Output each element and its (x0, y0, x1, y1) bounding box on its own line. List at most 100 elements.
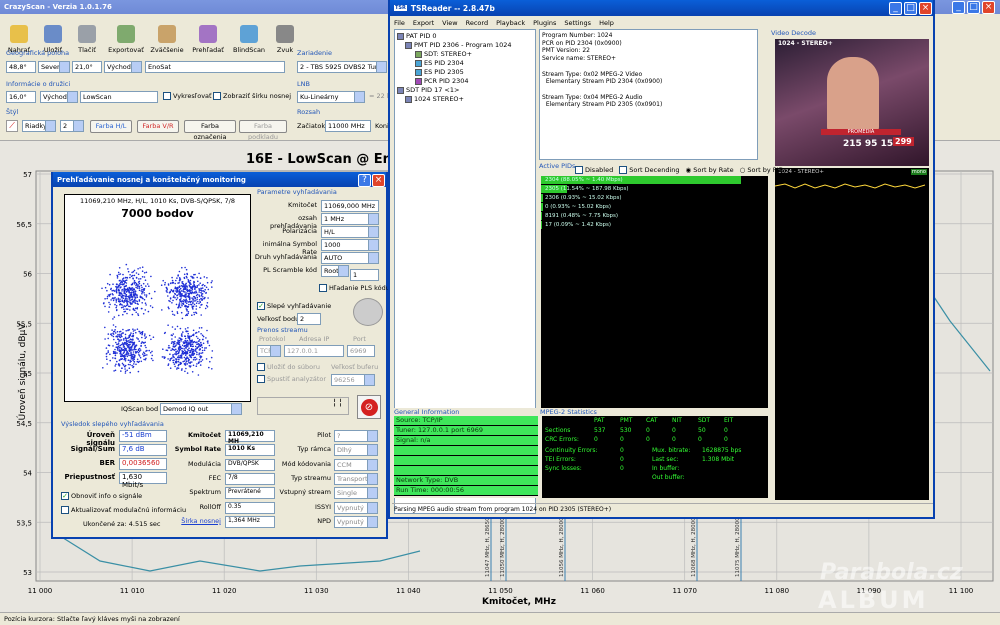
constellation-point (117, 345, 120, 348)
save-file-checkbox[interactable]: Uložiť do súboru (257, 363, 320, 371)
pid-sortdesc-checkbox[interactable]: Sort Decending (619, 166, 680, 174)
stop-button[interactable]: ⊘ (357, 395, 381, 419)
tsreader-close-button[interactable]: × (919, 2, 932, 15)
lnb-select[interactable]: Ku-Lineárny (297, 91, 365, 103)
pid-row[interactable]: 17 (0.09% ~ 1.42 Kbps) (541, 221, 768, 229)
pl-num-input[interactable]: 1 (350, 269, 379, 281)
param-value[interactable]: 1000 (321, 239, 379, 251)
menu-item-record[interactable]: Record (466, 19, 488, 27)
pls-checkbox[interactable]: Hľadanie PLS kódu (319, 284, 390, 292)
color-vr-button[interactable]: Farba V/R (137, 120, 179, 133)
result-value[interactable]: Dlhý (334, 444, 378, 457)
print-button[interactable]: Tlačiť (70, 16, 104, 56)
sat-ew-select[interactable]: Východ (40, 91, 78, 103)
color-bg-button[interactable]: Farba podkladu (239, 120, 287, 141)
color-hl-button[interactable]: Farba H/L (90, 120, 132, 133)
export-button[interactable]: Exportovať (104, 16, 148, 56)
tree-node[interactable]: SDT: STEREO+ (397, 50, 533, 59)
tree-node[interactable]: ES PID 2304 (397, 59, 533, 68)
constellation-point (132, 301, 135, 303)
tree-node[interactable]: 1024 STEREO+ (397, 95, 533, 104)
result-value[interactable]: Vypnutý (334, 515, 378, 528)
menu-item-view[interactable]: View (442, 19, 457, 27)
param-value[interactable]: Root (321, 265, 349, 277)
geo-site-input[interactable]: EnoSat (145, 61, 285, 73)
geo-ew-select[interactable]: Východ (104, 61, 142, 73)
maximize-button[interactable]: □ (967, 1, 980, 14)
blind-checkbox[interactable]: Slepé vyhľadávanie (257, 302, 331, 310)
pid-sortpid-radio[interactable]: ○ Sort by PID (740, 166, 784, 174)
constellation-point (205, 358, 208, 360)
width-checkbox[interactable]: Zobraziť šírku nosnej (213, 92, 291, 100)
param-value[interactable]: 11069,000 MHz (321, 200, 379, 212)
dialog-close-button[interactable]: × (372, 174, 385, 187)
tree-node[interactable]: PMT PID 2306 - Program 1024 (397, 41, 533, 50)
iqscan-select[interactable]: Demod IQ out (160, 403, 242, 415)
style-icon[interactable]: ⟋ (6, 120, 18, 132)
pid-row[interactable]: 2306 (0.93% ~ 15.02 Kbps) (541, 194, 768, 202)
style-num-select[interactable]: 2 (60, 120, 84, 132)
geo-lon-input[interactable]: 21,0° (72, 61, 102, 73)
search-button[interactable]: Prehľadať (186, 16, 230, 56)
pause-button[interactable]: ¦ ¦ (257, 397, 349, 415)
param-value[interactable]: AUTO (321, 252, 379, 264)
tree-node-label: SDT PID 17 <1> (406, 86, 460, 94)
constellation-point (131, 274, 134, 277)
pid-row[interactable]: 0 (0.93% ~ 15.02 Kbps) (541, 203, 768, 211)
update-checkbox[interactable]: Aktualizovať modulačnú informáciu (61, 506, 186, 514)
constellation-point (146, 283, 149, 285)
pid-row[interactable]: 2305 (11.54% ~ 187.98 Kbps) (541, 185, 768, 193)
constellation-point (201, 298, 203, 301)
geo-ns-select[interactable]: Sever (38, 61, 70, 73)
program-info-line (542, 63, 755, 71)
stream-ip-input[interactable]: 127.0.0.1 (284, 345, 344, 357)
tsreader-status-text: Parsing MPEG audio stream from program 1… (394, 506, 612, 513)
blindscan-button[interactable]: BlindScan (230, 16, 268, 56)
menu-item-playback[interactable]: Playback (496, 19, 525, 27)
style-rows-select[interactable]: Riadky (22, 120, 56, 132)
tsreader-maximize-button[interactable]: □ (904, 2, 917, 15)
minimize-button[interactable]: _ (952, 1, 965, 14)
result-value[interactable]: ? (334, 430, 378, 442)
tsreader-minimize-button[interactable]: _ (889, 2, 902, 15)
analyzer-checkbox[interactable]: Spustiť analyzátor (257, 375, 326, 383)
device-select[interactable]: 2 - TBS 5925 DVBS2 Tuner (297, 61, 387, 73)
draw-checkbox[interactable]: Vykresľovať (163, 92, 212, 100)
color-mark-button[interactable]: Farba označenia (184, 120, 236, 141)
carrier-marker-label: 11068 MHz, H, 28000 (691, 517, 697, 577)
renew-checkbox[interactable]: Obnoviť info o signále (61, 492, 142, 500)
sat-pos-input[interactable]: 16,0° (6, 91, 36, 103)
tree-node[interactable]: SDT PID 17 <1> (397, 86, 533, 95)
sat-name-input[interactable]: LowScan (80, 91, 158, 103)
constellation-point (186, 339, 189, 342)
constellation-point (181, 317, 184, 320)
pid-disabled-checkbox[interactable]: Disabled (575, 166, 613, 174)
tree-node[interactable]: ES PID 2305 (397, 68, 533, 77)
pid-row[interactable]: 8191 (0.48% ~ 7.75 Kbps) (541, 212, 768, 220)
param-value[interactable]: H/L (321, 226, 379, 238)
menu-item-settings[interactable]: Settings (564, 19, 591, 27)
scan-radar-icon[interactable] (353, 298, 383, 326)
close-button[interactable]: × (982, 1, 995, 14)
geo-lat-input[interactable]: 48,8° (6, 61, 36, 73)
stream-port-input[interactable]: 6969 (347, 345, 375, 357)
zoom-button[interactable]: Zväčšenie (148, 16, 186, 56)
pid-sortrate-radio[interactable]: ◉ Sort by Rate (686, 166, 734, 174)
result-value[interactable]: Transport (334, 472, 378, 485)
param-value[interactable]: 1 MHz (321, 213, 379, 225)
result-value[interactable]: Single (334, 487, 378, 500)
menu-item-plugins[interactable]: Plugins (533, 19, 556, 27)
stream-protocol-select[interactable]: TCP (257, 345, 281, 357)
result-value[interactable]: CCM (334, 458, 378, 471)
tree-node[interactable]: PAT PID 0 (397, 32, 533, 41)
menu-item-export[interactable]: Export (413, 19, 434, 27)
buffer-select[interactable]: 96256 (331, 374, 375, 386)
result-value[interactable]: Vypnutý (334, 501, 378, 514)
range-start-input[interactable]: 11000 MHz (325, 120, 371, 132)
tree-node[interactable]: PCR PID 2304 (397, 77, 533, 86)
pid-row[interactable]: 2304 (88.05% ~ 1.40 Mbps) (541, 176, 768, 184)
step-input[interactable]: 2 (297, 313, 321, 325)
dialog-help-button[interactable]: ? (358, 174, 371, 187)
menu-item-file[interactable]: File (394, 19, 405, 27)
menu-item-help[interactable]: Help (599, 19, 614, 27)
